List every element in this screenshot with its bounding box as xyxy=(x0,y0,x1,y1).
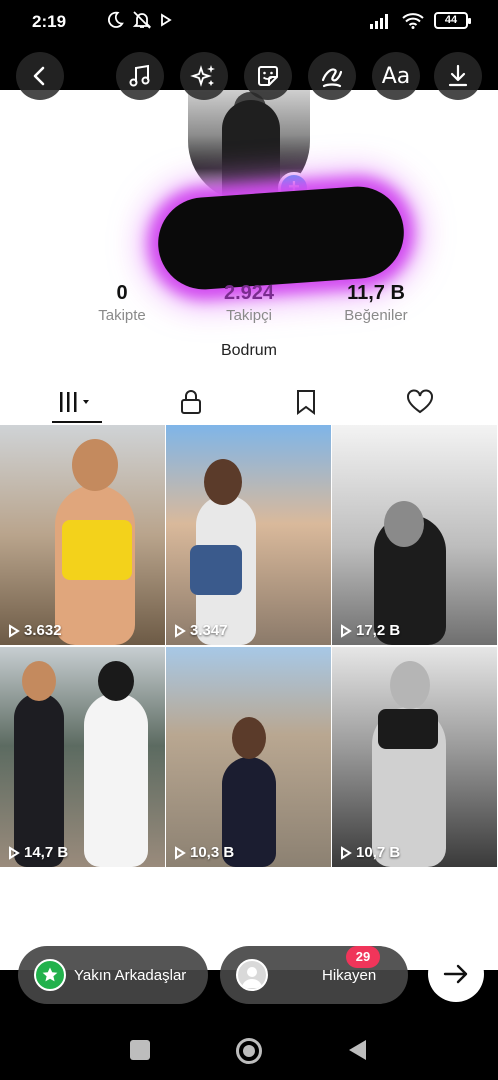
profile-stats: 0 Takipte 2.924 Takipçi 11,7 B Beğeniler xyxy=(0,282,498,332)
back-button[interactable] xyxy=(16,52,64,100)
story-canvas: yay + 0 Takipte 2.924 Takipçi 11,7 B Beğ… xyxy=(0,90,498,970)
effects-button[interactable] xyxy=(180,52,228,100)
star-icon xyxy=(34,959,66,991)
next-button[interactable] xyxy=(428,946,484,1002)
status-time: 2:19 xyxy=(32,12,67,31)
play-icon xyxy=(161,13,172,27)
sticker-button[interactable] xyxy=(244,52,292,100)
view-count: 17,2 B xyxy=(340,622,400,639)
moon-icon xyxy=(107,11,124,28)
sparkles-icon xyxy=(190,65,215,87)
share-bar: Yakın Arkadaşlar Hikayen 29 xyxy=(0,940,498,1020)
close-friends-label: Yakın Arkadaşlar xyxy=(74,966,187,984)
text-tool-label: Aa xyxy=(381,63,411,89)
text-tool-button[interactable]: Aa xyxy=(372,52,420,100)
bell-off-icon xyxy=(132,11,152,29)
profile-tabs xyxy=(0,380,498,424)
view-count: 10,3 B xyxy=(174,844,234,861)
play-count-icon xyxy=(341,845,352,860)
bookmark-icon xyxy=(297,390,315,415)
download-button[interactable] xyxy=(434,52,482,100)
wifi-icon xyxy=(402,12,424,29)
stat-followers[interactable]: 2.924 Takipçi xyxy=(189,282,309,324)
download-icon xyxy=(448,64,468,87)
view-count: 10,7 B xyxy=(340,844,400,861)
draw-button[interactable] xyxy=(308,52,356,100)
play-count-icon xyxy=(175,845,186,860)
story-label: Hikayen xyxy=(322,966,377,984)
draw-icon xyxy=(321,68,343,88)
tab-videos[interactable] xyxy=(38,380,118,424)
profile-avatar-icon xyxy=(236,959,268,991)
videos-grid-icon xyxy=(60,392,89,412)
battery-indicator: 44 xyxy=(434,12,471,29)
arrow-right-icon xyxy=(443,964,468,984)
heart-icon xyxy=(407,389,433,414)
video-grid: 3.632 3.347 17,2 B 14,7 B 10,3 B 10,7 B xyxy=(0,425,498,867)
active-tab-indicator xyxy=(52,421,102,423)
view-count: 14,7 B xyxy=(8,844,68,861)
recents-button[interactable] xyxy=(130,1040,150,1060)
tab-liked[interactable] xyxy=(380,380,460,424)
video-tile[interactable]: 17,2 B xyxy=(332,425,497,645)
music-button[interactable] xyxy=(116,52,164,100)
back-icon xyxy=(33,66,45,86)
view-count: 3.347 xyxy=(174,622,228,639)
video-tile[interactable]: 10,3 B xyxy=(166,647,331,867)
sticker-icon xyxy=(258,66,278,86)
video-tile[interactable]: 14,7 B xyxy=(0,647,165,867)
close-friends-button[interactable]: Yakın Arkadaşlar xyxy=(18,946,208,1004)
stat-likes[interactable]: 11,7 B Beğeniler xyxy=(316,282,436,324)
story-editor-toolbar: Aa xyxy=(0,44,498,114)
status-bar: 2:19 44 xyxy=(0,0,498,44)
play-count-icon xyxy=(9,845,20,860)
video-tile[interactable]: 3.347 xyxy=(166,425,331,645)
play-count-icon xyxy=(341,623,352,638)
play-count-icon xyxy=(175,623,186,638)
home-button[interactable] xyxy=(236,1038,262,1064)
lock-icon xyxy=(181,390,201,414)
notification-badge: 29 xyxy=(346,946,380,968)
music-icon xyxy=(129,64,150,87)
tab-private[interactable] xyxy=(151,380,231,424)
profile-location: Bodrum xyxy=(220,342,278,359)
video-tile[interactable]: 10,7 B xyxy=(332,647,497,867)
system-nav-bar xyxy=(0,1020,498,1080)
view-count: 3.632 xyxy=(8,622,62,639)
drawn-scribble-redaction xyxy=(155,183,407,293)
video-tile[interactable]: 3.632 xyxy=(0,425,165,645)
play-count-icon xyxy=(9,623,20,638)
tab-saved[interactable] xyxy=(266,380,346,424)
back-nav-button[interactable] xyxy=(346,1038,368,1062)
signal-icon xyxy=(370,13,388,29)
stat-following[interactable]: 0 Takipte xyxy=(62,282,182,324)
